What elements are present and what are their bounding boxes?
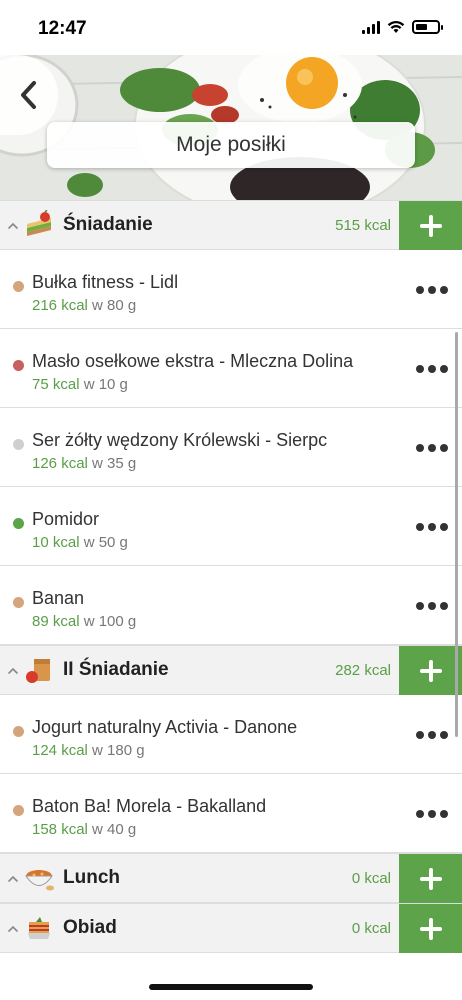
food-item[interactable]: Pomidor 10 kcal w 50 g	[0, 487, 462, 566]
battery-icon	[412, 20, 443, 34]
food-amount: w 35 g	[92, 455, 137, 472]
lasagna-icon	[28, 917, 50, 939]
back-arrow-icon	[21, 81, 36, 109]
food-amount: w 50 g	[83, 534, 128, 551]
food-name: Banan	[32, 588, 85, 608]
food-details: 10 kcal w 50 g	[32, 534, 128, 551]
food-item[interactable]: Masło osełkowe ekstra - Mleczna Dolina 7…	[0, 329, 462, 408]
add-food-button[interactable]	[399, 904, 462, 953]
food-details: 126 kcal w 35 g	[32, 455, 136, 472]
food-amount: w 180 g	[92, 742, 145, 759]
add-food-button[interactable]	[399, 854, 462, 903]
category-dot	[13, 439, 24, 450]
food-amount: w 80 g	[92, 297, 137, 314]
signal-icon	[362, 20, 380, 34]
status-bar: 12:47	[0, 0, 462, 55]
food-amount: w 10 g	[83, 376, 128, 393]
section-kcal: 0 kcal	[351, 920, 391, 937]
status-icons	[362, 20, 443, 34]
section-header-sniadanie[interactable]: Śniadanie 515 kcal	[0, 200, 462, 250]
category-dot	[13, 281, 24, 292]
lunchbag-icon	[26, 659, 50, 683]
food-amount: w 40 g	[92, 821, 137, 838]
food-details: 158 kcal w 40 g	[32, 821, 136, 838]
category-dot	[13, 805, 24, 816]
category-dot	[13, 597, 24, 608]
plus-icon	[419, 867, 442, 890]
food-name: Jogurt naturalny Activia - Danone	[32, 717, 298, 737]
section-kcal: 0 kcal	[351, 870, 391, 887]
chevron-up-icon[interactable]	[7, 873, 19, 885]
section-header-ii-sniadanie[interactable]: II Śniadanie 282 kcal	[0, 645, 462, 695]
soup-bowl-icon	[25, 870, 54, 891]
more-options-button[interactable]	[416, 515, 448, 539]
scrollbar[interactable]	[455, 332, 458, 737]
plus-icon	[419, 659, 442, 682]
food-details: 216 kcal w 80 g	[32, 297, 136, 314]
food-kcal: 158 kcal	[32, 821, 88, 838]
section-title: Lunch	[63, 867, 120, 888]
more-options-button[interactable]	[416, 278, 448, 302]
food-details: 75 kcal w 10 g	[32, 376, 128, 393]
food-kcal: 89 kcal	[32, 613, 80, 630]
section-title: Śniadanie	[63, 214, 153, 235]
food-item[interactable]: Jogurt naturalny Activia - Danone 124 kc…	[0, 695, 462, 774]
page-title: Moje posiłki	[47, 122, 415, 168]
section-title: Obiad	[63, 917, 117, 938]
food-name: Pomidor	[32, 509, 100, 529]
food-kcal: 75 kcal	[32, 376, 80, 393]
wifi-icon	[387, 20, 405, 33]
food-kcal: 126 kcal	[32, 455, 88, 472]
food-details: 124 kcal w 180 g	[32, 742, 145, 759]
section-title: II Śniadanie	[63, 659, 169, 680]
more-options-button[interactable]	[416, 723, 448, 747]
category-dot	[13, 360, 24, 371]
more-options-button[interactable]	[416, 594, 448, 618]
section-header-obiad[interactable]: Obiad 0 kcal	[0, 903, 462, 953]
more-options-button[interactable]	[416, 357, 448, 381]
food-item[interactable]: Ser żółty wędzony Królewski - Sierpc 126…	[0, 408, 462, 487]
food-name: Bułka fitness - Lidl	[32, 272, 179, 292]
food-details: 89 kcal w 100 g	[32, 613, 136, 630]
plus-icon	[419, 917, 442, 940]
food-amount: w 100 g	[83, 613, 137, 630]
food-kcal: 10 kcal	[32, 534, 80, 551]
chevron-up-icon[interactable]	[7, 220, 19, 232]
section-kcal: 282 kcal	[335, 662, 391, 679]
food-name: Masło osełkowe ekstra - Mleczna Dolina	[32, 351, 354, 371]
category-dot	[13, 726, 24, 737]
section-header-lunch[interactable]: Lunch 0 kcal	[0, 853, 462, 903]
home-indicator[interactable]	[149, 984, 313, 990]
food-name: Baton Ba! Morela - Bakalland	[32, 796, 267, 816]
add-food-button[interactable]	[399, 646, 462, 695]
meal-list: Śniadanie 515 kcal Bułka fitness - Lidl …	[0, 200, 462, 953]
add-food-button[interactable]	[399, 201, 462, 250]
food-kcal: 124 kcal	[32, 742, 88, 759]
chevron-up-icon[interactable]	[7, 665, 19, 677]
food-item[interactable]: Baton Ba! Morela - Bakalland 158 kcal w …	[0, 774, 462, 853]
chevron-up-icon[interactable]	[7, 923, 19, 935]
food-item[interactable]: Banan 89 kcal w 100 g	[0, 566, 462, 645]
category-dot	[13, 518, 24, 529]
section-kcal: 515 kcal	[335, 217, 391, 234]
plus-icon	[419, 214, 442, 237]
food-kcal: 216 kcal	[32, 297, 88, 314]
status-time: 12:47	[38, 18, 87, 39]
food-name: Ser żółty wędzony Królewski - Sierpc	[32, 430, 328, 450]
more-options-button[interactable]	[416, 436, 448, 460]
food-item[interactable]: Bułka fitness - Lidl 216 kcal w 80 g	[0, 250, 462, 329]
more-options-button[interactable]	[416, 802, 448, 826]
sandwich-icon	[27, 210, 51, 236]
